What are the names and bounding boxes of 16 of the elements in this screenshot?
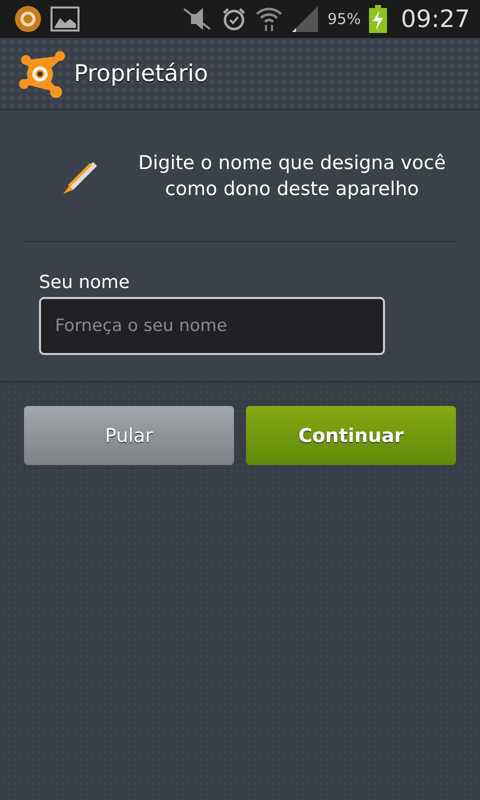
app-logo-icon — [18, 50, 66, 98]
alarm-clock-icon — [221, 6, 248, 32]
clock-time: 09:27 — [400, 5, 470, 33]
field-label: Seu nome — [39, 272, 131, 293]
mute-icon — [181, 6, 214, 32]
battery-charging-icon — [368, 5, 387, 33]
screen-title: Proprietário — [74, 60, 208, 86]
app-notification-icon — [14, 5, 42, 33]
battery-percent: 95% — [327, 10, 361, 28]
name-input-field[interactable]: Forneça o seu nome — [39, 297, 385, 355]
image-icon — [50, 6, 80, 32]
signal-icon — [291, 5, 320, 33]
wifi-icon — [255, 6, 284, 32]
skip-button[interactable]: Pular — [24, 406, 234, 465]
continue-button[interactable]: Continuar — [246, 406, 456, 465]
instruction-text: Digite o nome que designa você como dono deste aparelho — [137, 150, 447, 202]
